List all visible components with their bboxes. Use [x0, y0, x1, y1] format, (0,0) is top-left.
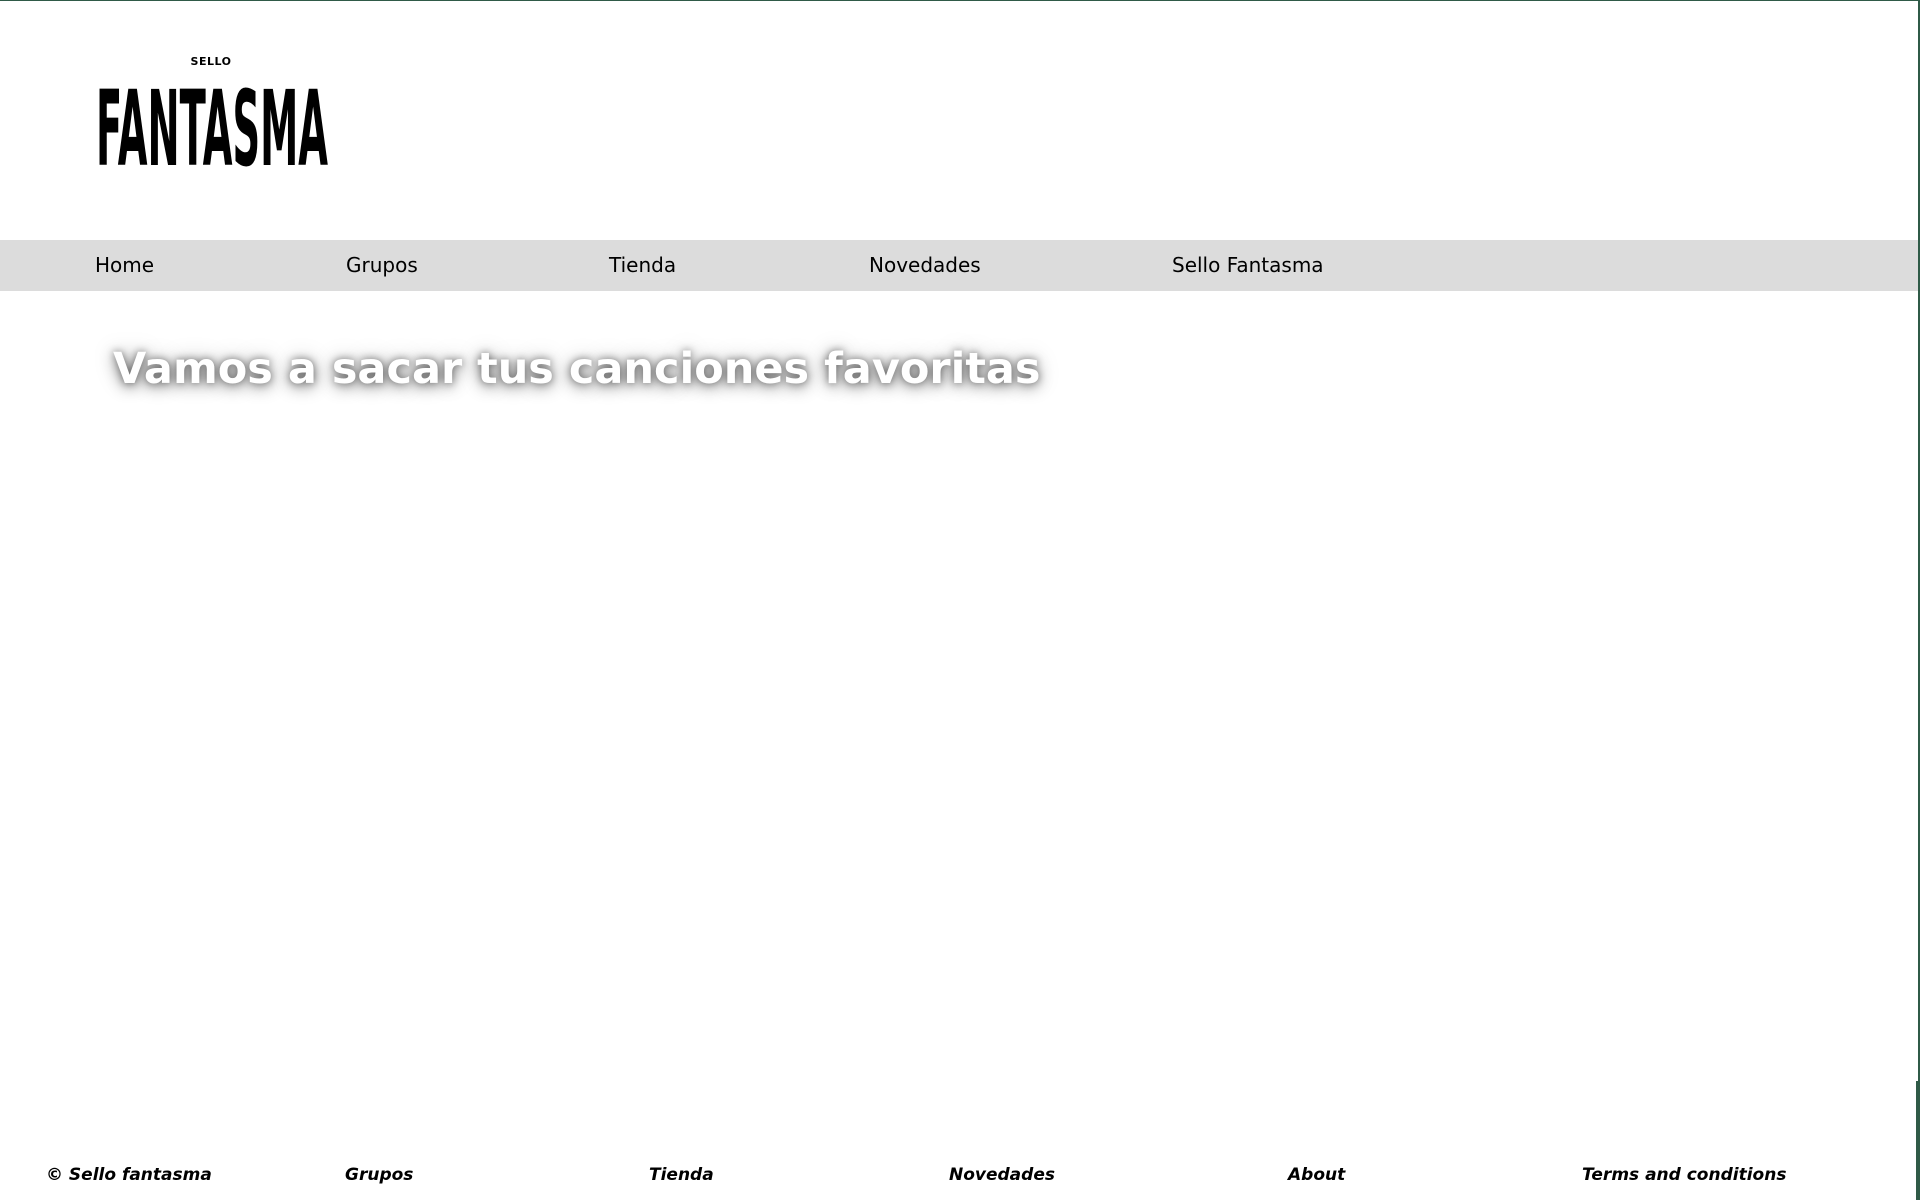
hero-title: Vamos a sacar tus canciones favoritas [113, 344, 1041, 394]
nav-item-grupos[interactable]: Grupos [346, 240, 418, 291]
nav-item-home[interactable]: Home [95, 240, 154, 291]
logo-wordmark: FANTASMA [96, 68, 328, 181]
nav-item-novedades[interactable]: Novedades [869, 240, 981, 291]
footer-link-novedades[interactable]: Novedades [949, 1165, 1055, 1185]
footer-copyright: © Sello fantasma [46, 1165, 212, 1185]
footer-link-terms[interactable]: Terms and conditions [1582, 1165, 1786, 1185]
main-navigation: Home Grupos Tienda Novedades Sello Fanta… [0, 240, 1918, 291]
nav-item-sello-fantasma[interactable]: Sello Fantasma [1172, 240, 1324, 291]
footer-link-tienda[interactable]: Tienda [649, 1165, 714, 1185]
site-header: SELLO FANTASMA [0, 1, 1918, 239]
svg-text:FANTASMA: FANTASMA [96, 68, 328, 181]
footer-link-about[interactable]: About [1288, 1165, 1345, 1185]
footer-link-grupos[interactable]: Grupos [345, 1165, 413, 1185]
site-footer: © Sello fantasma Grupos Tienda Novedades… [0, 1151, 1918, 1200]
page-frame: SELLO FANTASMA Home Grupos Tienda Noveda… [0, 0, 1920, 1200]
nav-item-tienda[interactable]: Tienda [609, 240, 676, 291]
sello-fantasma-logo[interactable]: SELLO FANTASMA [92, 53, 332, 181]
frame-edge-line [1916, 1081, 1918, 1200]
